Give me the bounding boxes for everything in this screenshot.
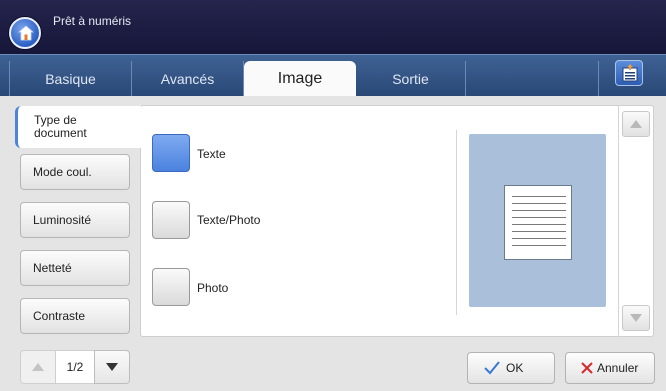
status-header: Prêt à numéris (0, 0, 666, 54)
scrollbar (618, 105, 654, 337)
tab-sortie[interactable]: Sortie (356, 61, 466, 97)
page-indicator: 1/2 (56, 350, 94, 384)
option-photo-label: Photo (197, 281, 229, 295)
sidebar-item-contraste[interactable]: Contraste (20, 298, 130, 334)
option-photo-button[interactable] (152, 268, 190, 306)
sidebar-item-nettete[interactable]: Netteté (20, 250, 130, 286)
option-texte-button[interactable] (152, 134, 190, 172)
tab-avances[interactable]: Avancés (132, 61, 244, 97)
scroll-down-button[interactable] (622, 305, 650, 331)
sidebar-item-luminosite[interactable]: Luminosité (20, 202, 130, 238)
tab-bar: Basique Avancés Image Sortie (0, 54, 666, 97)
sidebar-item-mode-coul[interactable]: Mode coul. (20, 154, 130, 190)
page-up-button[interactable] (20, 350, 56, 384)
ok-label: OK (506, 361, 524, 375)
header-title: Prêt à numéris (53, 14, 132, 28)
ok-button[interactable]: OK (467, 352, 555, 384)
tab-basique[interactable]: Basique (9, 61, 132, 97)
sidebar-item-label: Netteté (33, 261, 72, 275)
cancel-label: Annuler (597, 361, 639, 375)
option-texte-label: Texte (197, 147, 226, 161)
sidebar-item-label: Contraste (33, 309, 86, 323)
tab-empty (466, 61, 599, 97)
close-icon (581, 362, 593, 374)
scroll-up-button[interactable] (622, 111, 650, 137)
sidebar-item-type-document[interactable]: Type de document (15, 106, 141, 148)
text-document-icon (504, 185, 572, 260)
sidebar-item-label: Mode coul. (33, 165, 92, 179)
page-down-button[interactable] (94, 350, 130, 384)
triangle-down-icon (106, 363, 118, 371)
divider (456, 130, 457, 315)
triangle-up-icon (32, 363, 44, 371)
clipboard-button[interactable] (615, 60, 643, 86)
sidebar-item-label: Type de document (34, 113, 87, 140)
home-button[interactable] (9, 17, 41, 49)
option-texte-photo-button[interactable] (152, 201, 190, 239)
option-texte-photo-label: Texte/Photo (197, 213, 261, 227)
clipboard-arrow-icon (622, 64, 638, 82)
triangle-up-icon (630, 120, 642, 128)
checkmark-icon (484, 361, 500, 375)
triangle-down-icon (630, 314, 642, 322)
sidebar-item-label: Luminosité (33, 213, 92, 227)
cancel-button[interactable]: Annuler (565, 352, 655, 384)
home-icon (17, 25, 35, 41)
tab-image[interactable]: Image (244, 61, 356, 97)
